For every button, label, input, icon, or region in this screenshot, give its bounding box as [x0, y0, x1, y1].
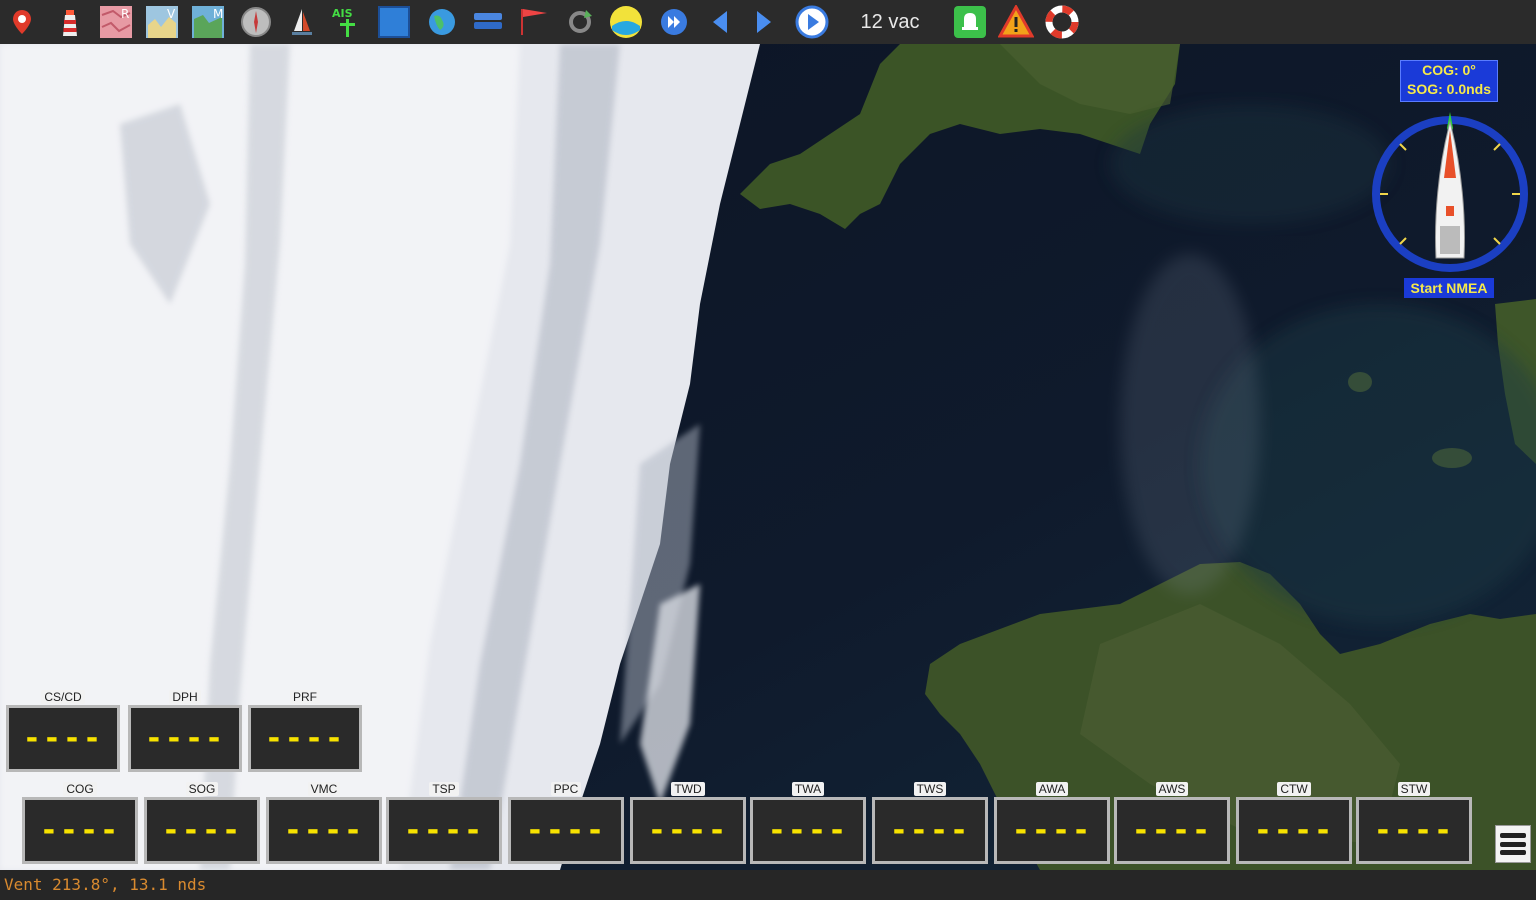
instrument-value: ---- — [161, 812, 243, 848]
globe-icon[interactable] — [424, 4, 460, 40]
svg-text:R: R — [121, 7, 129, 21]
raster-chart-icon[interactable]: R — [98, 4, 134, 40]
start-nmea-button[interactable]: Start NMEA — [1404, 278, 1494, 298]
instrument-label: AWA — [1035, 782, 1069, 796]
instrument-stw[interactable]: STW ---- — [1356, 782, 1472, 864]
instrument-value: ---- — [283, 812, 365, 848]
instrument-label: TSP — [429, 782, 459, 796]
cog-label: COG: 0° — [1422, 62, 1476, 78]
instrument-label: CTW — [1277, 782, 1311, 796]
sog-label: SOG: 0.0nds — [1406, 81, 1492, 97]
hamburger-menu-icon[interactable] — [1495, 825, 1531, 863]
instrument-ctw[interactable]: CTW ---- — [1236, 782, 1352, 864]
cog-sog-display: COG: 0° SOG: 0.0nds — [1400, 60, 1498, 102]
previous-icon[interactable] — [702, 4, 738, 40]
vector-chart-icon[interactable]: V — [144, 4, 180, 40]
ais-icon[interactable]: AIS — [330, 4, 366, 40]
map-chart-icon[interactable]: M — [190, 4, 226, 40]
instrument-value: ---- — [889, 812, 971, 848]
instrument-value: ---- — [1131, 812, 1213, 848]
instrument-value: ---- — [767, 812, 849, 848]
compass-rose-icon[interactable] — [238, 4, 274, 40]
instrument-dph[interactable]: DPH ---- — [128, 690, 242, 772]
lighthouse-icon[interactable] — [52, 4, 88, 40]
instrument-label: VMC — [307, 782, 341, 796]
svg-text:M: M — [213, 7, 223, 21]
play-icon[interactable] — [794, 4, 830, 40]
lifebuoy-icon[interactable] — [1044, 4, 1080, 40]
instrument-aws[interactable]: AWS ---- — [1114, 782, 1230, 864]
layers-icon[interactable] — [470, 4, 506, 40]
instrument-label: PPC — [550, 782, 582, 796]
instrument-twd[interactable]: TWD ---- — [630, 782, 746, 864]
flag-icon[interactable] — [516, 4, 552, 40]
instrument-awa[interactable]: AWA ---- — [994, 782, 1110, 864]
satellite-layer-icon[interactable] — [376, 4, 412, 40]
instrument-label: TWS — [913, 782, 947, 796]
instrument-cs-cd[interactable]: CS/CD ---- — [6, 690, 120, 772]
svg-text:AIS: AIS — [332, 7, 353, 20]
instrument-value: ---- — [1011, 812, 1093, 848]
instrument-label: TWD — [671, 782, 705, 796]
instrument-cog[interactable]: COG ---- — [22, 782, 138, 864]
wind-status-text: Vent 213.8°, 13.1 nds — [4, 875, 207, 894]
instrument-value: ---- — [144, 720, 226, 756]
svg-text:V: V — [167, 7, 176, 21]
status-bar: Vent 213.8°, 13.1 nds — [0, 870, 1536, 900]
instrument-label: DPH — [169, 690, 201, 704]
instrument-label: COG — [63, 782, 97, 796]
position-marker-icon[interactable] — [4, 4, 40, 40]
instrument-value: ---- — [647, 812, 729, 848]
fast-forward-icon[interactable] — [656, 4, 692, 40]
instrument-label: AWS — [1155, 782, 1189, 796]
instrument-label: CS/CD — [41, 690, 85, 704]
instrument-label: STW — [1397, 782, 1431, 796]
instrument-value: ---- — [1253, 812, 1335, 848]
sailboat-icon[interactable] — [284, 4, 320, 40]
instrument-label: SOG — [185, 782, 219, 796]
toolbar: R V M AIS 12 vac — [0, 0, 1536, 45]
instrument-value: ---- — [264, 720, 346, 756]
instrument-value: ---- — [39, 812, 121, 848]
instrument-value: ---- — [403, 812, 485, 848]
instrument-value: ---- — [22, 720, 104, 756]
instrument-label: TWA — [791, 782, 825, 796]
compass-dial — [1370, 108, 1530, 272]
instrument-value: ---- — [1373, 812, 1455, 848]
next-icon[interactable] — [746, 4, 782, 40]
instrument-tsp[interactable]: TSP ---- — [386, 782, 502, 864]
instrument-sog[interactable]: SOG ---- — [144, 782, 260, 864]
warning-icon[interactable] — [998, 4, 1034, 40]
refresh-icon[interactable] — [562, 4, 598, 40]
battery-voltage-label: 12 vac — [860, 10, 920, 33]
instrument-ppc[interactable]: PPC ---- — [508, 782, 624, 864]
instrument-label: PRF — [290, 690, 320, 704]
instrument-tws[interactable]: TWS ---- — [872, 782, 988, 864]
weather-sun-icon[interactable] — [608, 4, 644, 40]
bell-icon[interactable] — [952, 4, 988, 40]
instrument-value: ---- — [525, 812, 607, 848]
instrument-vmc[interactable]: VMC ---- — [266, 782, 382, 864]
instrument-twa[interactable]: TWA ---- — [750, 782, 866, 864]
instrument-prf[interactable]: PRF ---- — [248, 690, 362, 772]
